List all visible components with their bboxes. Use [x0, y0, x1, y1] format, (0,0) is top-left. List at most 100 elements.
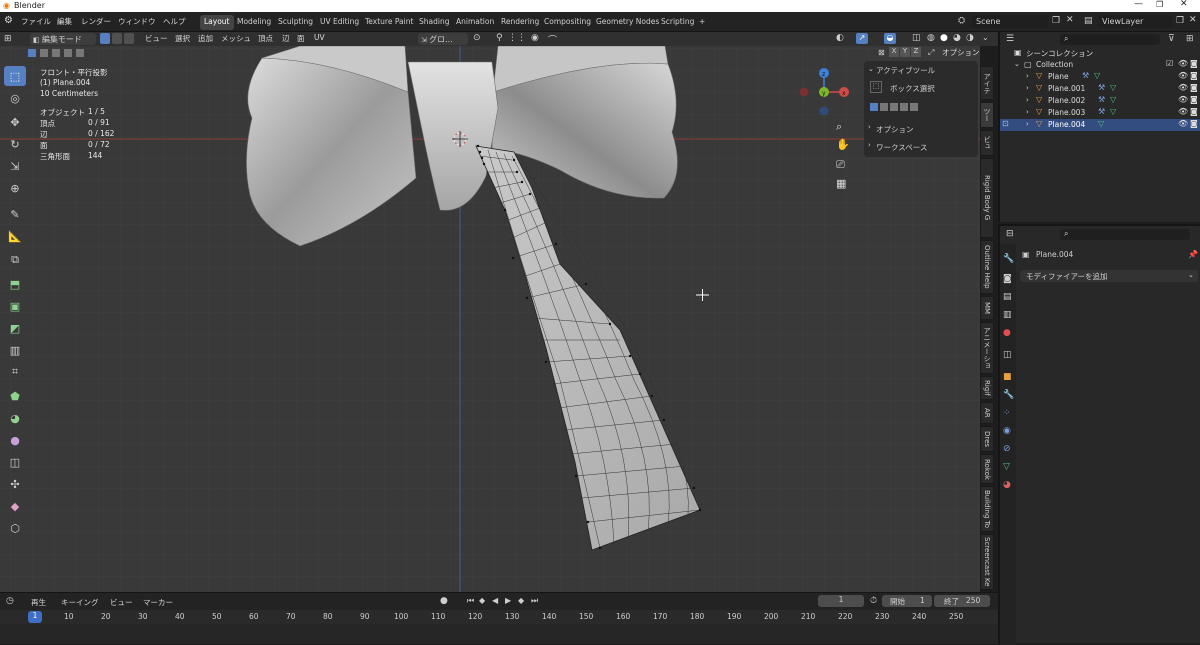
delete-scene-icon[interactable]: ✕ — [1066, 15, 1074, 25]
menu-face[interactable]: 面 — [297, 33, 305, 44]
side-tab-view[interactable]: ビュ — [980, 130, 994, 156]
jump-start-icon[interactable]: ⏮ — [467, 596, 474, 606]
side-tab-tool[interactable]: ツー — [980, 102, 994, 128]
select-box-tool-icon[interactable]: ⬚ — [4, 66, 26, 86]
shear-tool-icon[interactable]: ◆ — [4, 496, 26, 516]
face-select-icon[interactable] — [124, 33, 134, 44]
tab-compositing[interactable]: Compositing — [540, 15, 595, 30]
add-modifier-dropdown[interactable]: モディファイアーを追加 ⌄ — [1020, 270, 1198, 282]
edge-slide-tool-icon[interactable]: ◫ — [4, 452, 26, 472]
xray-icon[interactable]: ◫ — [912, 33, 921, 43]
record-icon[interactable]: ● — [440, 596, 448, 606]
select-subtract-icon[interactable] — [52, 49, 60, 57]
outliner-scene-collection[interactable]: ▣ シーンコレクション — [1000, 47, 1200, 59]
pivot-icon[interactable]: ⊙ — [473, 33, 481, 43]
menu-file[interactable]: ファイル — [21, 16, 51, 27]
bevel-tool-icon[interactable]: ◩ — [4, 318, 26, 338]
scene-selector[interactable]: Scene — [972, 15, 1048, 28]
menu-keying[interactable]: キーイング — [61, 597, 99, 608]
menu-window[interactable]: ウィンドウ — [118, 16, 156, 27]
side-tab-animation[interactable]: アニメーショ — [980, 322, 994, 374]
3d-viewport[interactable]: z x y フロント・平行投影 (1) Plane.004 10 Centime… — [0, 46, 980, 592]
mesh-data-icon[interactable]: ▽ — [1098, 119, 1104, 128]
edit-mode-toggle-icon[interactable]: ⊡ — [1002, 119, 1009, 128]
workspace-section-header[interactable]: ワークスペース — [876, 142, 927, 153]
npanel-select-new-icon[interactable] — [870, 103, 878, 111]
select-intersect-icon[interactable] — [76, 49, 84, 57]
chevron-right-icon[interactable]: › — [1026, 108, 1029, 116]
minimize-icon[interactable]: — — [1134, 0, 1143, 9]
move-tool-icon[interactable]: ✥ — [4, 112, 26, 132]
falloff-icon[interactable]: ⌒ — [548, 33, 557, 46]
edge-select-icon[interactable] — [112, 33, 122, 44]
maximize-icon[interactable]: ❐ — [1156, 0, 1163, 9]
particles-tab-icon[interactable]: ⁘ — [1003, 408, 1011, 418]
outliner-collection[interactable]: ⌄ ▢ Collection ☑ 👁 ◙ — [1000, 59, 1200, 71]
blender-menu-icon[interactable]: ⚙ — [4, 15, 13, 26]
side-tab-outline-help[interactable]: Outline Help — [980, 240, 994, 294]
visibility-icon[interactable]: ◐ — [836, 33, 844, 43]
data-tab-icon[interactable]: ▽ — [1003, 462, 1010, 472]
outliner-object-row[interactable]: › ▽ Plane.001 ⚒ ▽ 👁 ◙ — [1000, 83, 1200, 95]
chevron-right-icon[interactable]: › — [1026, 120, 1029, 128]
properties-editor-icon[interactable]: ⊟ — [1006, 229, 1014, 239]
side-tab-mm[interactable]: MM — [980, 296, 994, 320]
chevron-right-icon[interactable]: › — [1026, 72, 1029, 80]
new-collection-icon[interactable]: ⊞ — [1186, 34, 1194, 44]
play-icon[interactable]: ▶ — [505, 596, 511, 605]
view-layer-selector[interactable]: ViewLayer — [1098, 15, 1172, 28]
npanel-select-extend-icon[interactable] — [880, 103, 888, 111]
tab-shading[interactable]: Shading — [415, 15, 453, 30]
mesh-data-icon[interactable]: ▽ — [1094, 71, 1100, 80]
rip-region-tool-icon[interactable]: ⬡ — [4, 518, 26, 538]
scale-tool-icon[interactable]: ⇲ — [4, 156, 26, 176]
side-tab-rigid-body[interactable]: Rigid Body G — [980, 158, 994, 238]
cursor-tool-icon[interactable]: ◎ — [4, 88, 26, 108]
mode-selector[interactable]: ◧ 編集モード — [30, 33, 96, 45]
chevron-right-icon[interactable]: › — [868, 141, 871, 149]
world-tab-icon[interactable]: ◫ — [1003, 350, 1012, 360]
menu-help[interactable]: ヘルプ — [163, 16, 186, 27]
object-tab-icon[interactable]: ■ — [1003, 372, 1012, 382]
menu-marker[interactable]: マーカー — [143, 597, 173, 608]
playhead[interactable]: 1 — [28, 611, 42, 623]
timeline-editor-icon[interactable]: ◷ — [6, 596, 14, 606]
wireframe-shading-icon[interactable]: ◍ — [927, 33, 935, 43]
filter-icon[interactable]: ⊽ — [1168, 34, 1175, 44]
shrink-fatten-tool-icon[interactable]: ✣ — [4, 474, 26, 494]
extrude-tool-icon[interactable]: ⬒ — [4, 274, 26, 294]
menu-playback[interactable]: 再生 — [31, 597, 46, 608]
side-tab-building-tools[interactable]: Building To — [980, 486, 994, 532]
jump-end-icon[interactable]: ⏭ — [531, 596, 538, 606]
inset-tool-icon[interactable]: ▣ — [4, 296, 26, 316]
tab-geometry-nodes[interactable]: Geometry Nodes — [592, 15, 663, 30]
material-tab-icon[interactable]: ◕ — [1003, 480, 1011, 490]
mesh-data-icon[interactable]: ▽ — [1110, 83, 1116, 92]
modifier-wrench-icon[interactable]: ⚒ — [1098, 107, 1105, 116]
mirror-y-toggle[interactable]: Y — [900, 47, 910, 57]
knife-tool-icon[interactable]: ⌗ — [4, 362, 26, 382]
outliner-object-row[interactable]: › ▽ Plane.002 ⚒ ▽ 👁 ◙ — [1000, 95, 1200, 107]
output-tab-icon[interactable]: ▤ — [1003, 292, 1012, 302]
poly-build-tool-icon[interactable]: ⬟ — [4, 386, 26, 406]
tab-animation[interactable]: Animation — [452, 15, 498, 30]
select-invert-icon[interactable] — [64, 49, 72, 57]
rotate-tool-icon[interactable]: ↻ — [4, 134, 26, 154]
smooth-tool-icon[interactable]: ● — [4, 430, 26, 450]
modifier-tab-icon[interactable]: 🔧 — [1003, 390, 1014, 400]
eye-icon[interactable]: 👁 — [1178, 83, 1188, 92]
measure-tool-icon[interactable]: 📐 — [4, 226, 26, 246]
side-tab-rigify[interactable]: Rigif — [980, 376, 994, 400]
chevron-down-icon[interactable]: ⌄ — [1014, 60, 1020, 68]
menu-vertex[interactable]: 頂点 — [258, 33, 273, 44]
box-select-icon[interactable]: ⬚ — [870, 81, 882, 93]
camera-render-icon[interactable]: ◙ — [1190, 83, 1198, 92]
outliner-search-input[interactable]: ⌕ — [1060, 34, 1160, 45]
side-tab-dress[interactable]: Dres — [980, 426, 994, 452]
tool-tab-icon[interactable]: 🔧 — [1003, 254, 1014, 264]
modifier-wrench-icon[interactable]: ⚒ — [1098, 83, 1105, 92]
menu-edge[interactable]: 辺 — [282, 33, 290, 44]
rendered-shading-icon[interactable]: ◑ — [966, 33, 974, 43]
tab-rendering[interactable]: Rendering — [497, 15, 543, 30]
tab-uv-editing[interactable]: UV Editing — [316, 15, 363, 30]
